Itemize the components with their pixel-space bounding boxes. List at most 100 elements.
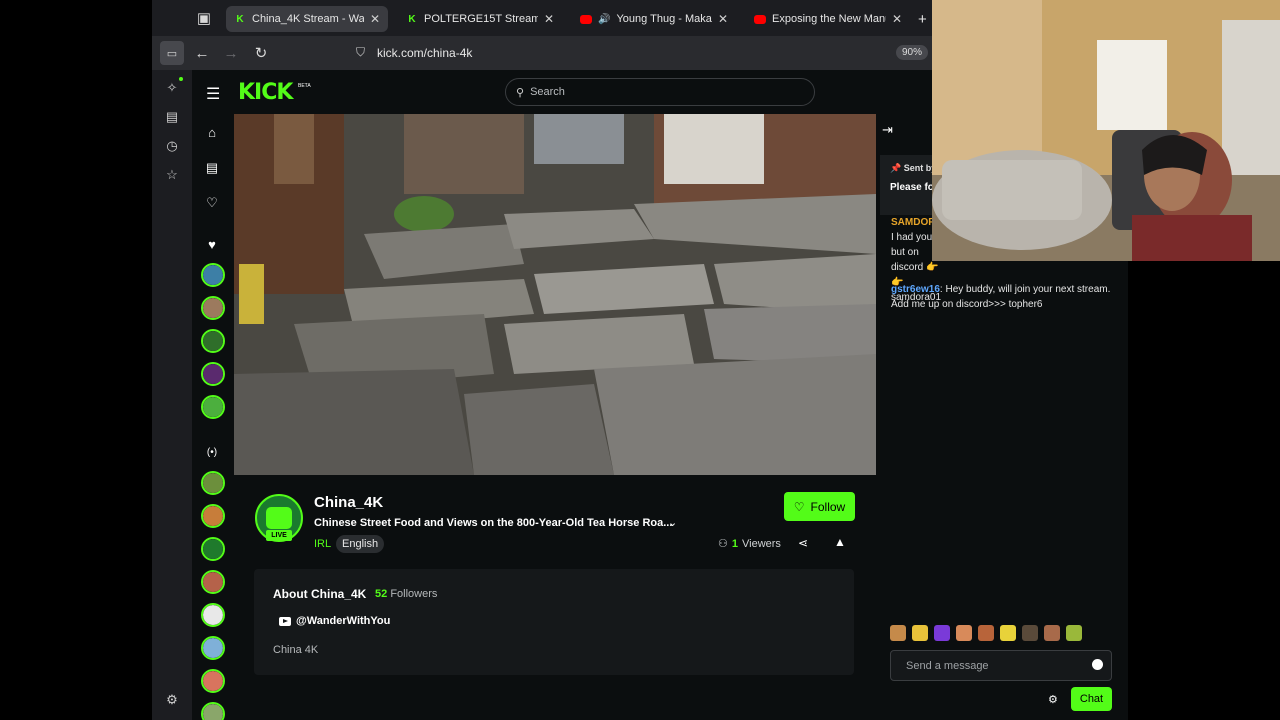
viewer-count: ⚇ 1 Viewers: [718, 537, 781, 551]
close-tab-icon[interactable]: ✕: [544, 12, 554, 26]
reload-icon[interactable]: ↻: [249, 41, 273, 65]
channel-name[interactable]: China_4K: [314, 494, 383, 511]
browse-icon[interactable]: ▤: [204, 160, 220, 176]
chat-message-input[interactable]: Send a message: [890, 650, 1112, 681]
screen: ▣ K China_4K Stream - Watch Liv ✕ K POLT…: [0, 0, 1280, 720]
emote-icon[interactable]: [956, 625, 972, 641]
stream-video-frame: [234, 114, 876, 475]
recommended-channel-avatar[interactable]: [201, 471, 225, 495]
video-player[interactable]: [234, 114, 876, 475]
youtube-icon: [279, 616, 291, 626]
followed-channel-avatar[interactable]: [201, 362, 225, 386]
chat-settings-gear-icon[interactable]: ⚙: [1048, 693, 1058, 706]
beta-label: BETA: [298, 83, 311, 89]
viewers-label: Viewers: [742, 537, 781, 550]
zoom-indicator[interactable]: 90%: [895, 45, 928, 60]
kick-page: ☰ KICK BETA ⚲ Search ⌂ ▤ ♡ ♥ (•) ⇥ LIVE …: [192, 70, 932, 720]
tab-overview-icon[interactable]: ▣: [192, 6, 216, 30]
followed-channel-avatar[interactable]: [201, 329, 225, 353]
following-heart-icon[interactable]: ♡: [204, 195, 220, 211]
emote-icon[interactable]: [912, 625, 928, 641]
recommended-channel-avatar[interactable]: [201, 603, 225, 627]
youtube-favicon-icon: [580, 14, 592, 24]
viewers-icon: ⚇: [718, 538, 728, 550]
chevron-down-icon[interactable]: ⌄: [668, 516, 677, 529]
emote-icon[interactable]: [1066, 625, 1082, 641]
live-broadcast-icon: (•): [206, 446, 218, 458]
tab-china-4k[interactable]: K China_4K Stream - Watch Liv ✕: [226, 6, 388, 32]
reading-list-icon[interactable]: ▤: [164, 109, 180, 125]
tab-young-thug[interactable]: 🔊 Young Thug - Makaveli ( ✕: [572, 6, 736, 32]
live-badge: LIVE: [266, 530, 292, 541]
stream-title: Chinese Street Food and Views on the 800…: [314, 517, 673, 529]
audio-playing-icon[interactable]: 🔊: [598, 14, 610, 25]
followed-heart-icon: ♥: [208, 236, 216, 252]
viewers-number: 1: [731, 537, 738, 550]
followed-channel-avatar[interactable]: [201, 395, 225, 419]
language-tag[interactable]: English: [336, 535, 385, 553]
emote-icon[interactable]: [890, 625, 906, 641]
kick-header: ☰ KICK BETA ⚲ Search: [192, 70, 932, 114]
share-icon[interactable]: ⋖: [798, 536, 808, 550]
webcam-feed-image: [932, 0, 1280, 261]
tab-poltergeist[interactable]: K POLTERGE15T Stream - Watc ✕: [398, 6, 562, 32]
menu-hamburger-icon[interactable]: ☰: [206, 84, 220, 104]
recommended-channel-avatar[interactable]: [201, 669, 225, 693]
close-tab-icon[interactable]: ✕: [892, 12, 902, 26]
bookmarks-star-icon[interactable]: ☆: [164, 167, 180, 183]
recommended-channel-avatar[interactable]: [201, 636, 225, 660]
url-field[interactable]: kick.com/china-4k: [377, 46, 472, 60]
about-title: About China_4K: [273, 587, 367, 601]
youtube-favicon-icon: [754, 14, 766, 24]
follow-label: Follow: [810, 499, 846, 514]
search-input[interactable]: ⚲ Search: [505, 78, 815, 106]
forward-arrow-icon[interactable]: →: [219, 41, 243, 65]
emote-icon[interactable]: [934, 625, 950, 641]
about-panel: About China_4K 52 Followers @WanderWithY…: [254, 569, 854, 675]
tab-bar: ▣ K China_4K Stream - Watch Liv ✕ K POLT…: [152, 0, 932, 36]
chat-send-button[interactable]: Chat: [1071, 687, 1112, 711]
chat-message: gstr6ew16: Hey buddy, will join your nex…: [891, 284, 1111, 310]
emote-bar: [890, 625, 1082, 645]
emote-icon[interactable]: [1044, 625, 1060, 641]
ai-sparkle-icon[interactable]: ✧: [164, 80, 180, 96]
close-tab-icon[interactable]: ✕: [718, 12, 728, 26]
followed-channel-avatar[interactable]: [201, 296, 225, 320]
settings-gear-icon[interactable]: ⚙: [164, 692, 180, 708]
kick-sidebar: ⌂ ▤ ♡ ♥ (•): [192, 114, 232, 720]
recommended-channel-avatar[interactable]: [201, 570, 225, 594]
follow-button[interactable]: ♡ Follow: [784, 492, 855, 521]
pinned-sent-by: 📌 Sent by: [890, 163, 937, 173]
emote-icon[interactable]: [1022, 625, 1038, 641]
notification-dot: [179, 77, 183, 81]
followers-count: 52 Followers: [375, 588, 438, 600]
emote-icon[interactable]: [1000, 625, 1016, 641]
kick-logo[interactable]: KICK: [238, 80, 293, 105]
kick-favicon-icon: K: [408, 13, 416, 25]
close-tab-icon[interactable]: ✕: [370, 12, 380, 26]
followed-channel-avatar[interactable]: [201, 263, 225, 287]
heart-icon: ♡: [793, 499, 805, 514]
recommended-channel-avatar[interactable]: [201, 504, 225, 528]
report-warning-icon[interactable]: ▲: [834, 535, 846, 549]
history-icon[interactable]: ◷: [164, 138, 180, 154]
youtube-link[interactable]: @WanderWithYou: [279, 615, 390, 627]
sidebar-toggle-icon[interactable]: ▭: [160, 41, 184, 65]
emoji-picker-icon[interactable]: [1092, 659, 1103, 670]
site-security-icon[interactable]: ⛉: [356, 45, 365, 60]
webcam-overlay: [932, 0, 1280, 261]
recommended-channel-avatar[interactable]: [201, 537, 225, 561]
browser-side-rail: ✧ ▤ ◷ ☆ ⚙: [152, 70, 192, 720]
emote-icon[interactable]: [978, 625, 994, 641]
new-tab-button[interactable]: +: [916, 6, 929, 32]
recommended-channel-avatar[interactable]: [201, 702, 225, 720]
browser-window: ▣ K China_4K Stream - Watch Liv ✕ K POLT…: [152, 0, 932, 720]
back-arrow-icon[interactable]: ←: [190, 41, 214, 65]
collapse-chat-icon[interactable]: ⇥: [882, 122, 893, 138]
category-link[interactable]: IRL: [314, 538, 331, 550]
address-bar: ▭ ← → ↻ ⛉ kick.com/china-4k 90%: [152, 36, 932, 70]
about-description: China 4K: [273, 644, 319, 656]
robot-logo-icon: [266, 507, 292, 529]
tab-exposing[interactable]: Exposing the New Manufactu ✕: [746, 6, 910, 32]
home-icon[interactable]: ⌂: [204, 124, 220, 140]
